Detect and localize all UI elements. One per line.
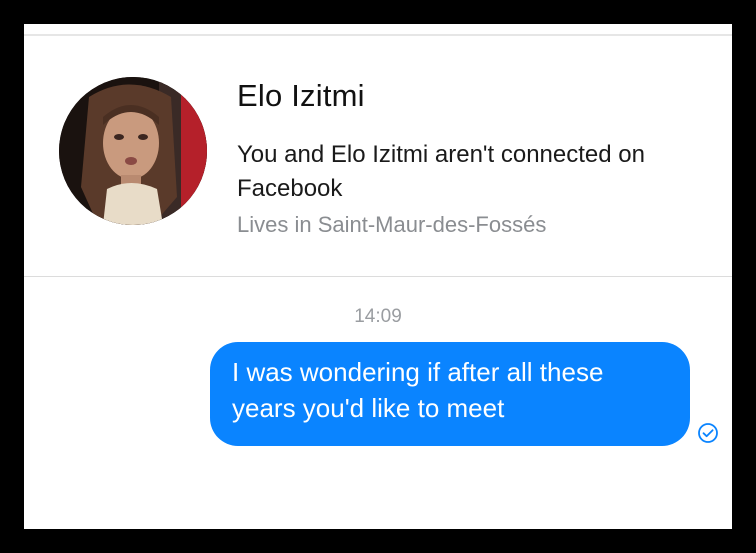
messenger-panel: Elo Izitmi You and Elo Izitmi aren't con… <box>24 24 732 529</box>
avatar-photo-icon <box>59 77 207 225</box>
message-timestamp: 14:09 <box>354 306 402 327</box>
outgoing-message-bubble[interactable]: I was wondering if after all these years… <box>210 342 690 446</box>
connection-status: You and Elo Izitmi aren't connected on F… <box>237 141 645 202</box>
check-circle-icon <box>697 422 719 444</box>
contact-name[interactable]: Elo Izitmi <box>237 78 365 114</box>
contact-header: Elo Izitmi You and Elo Izitmi aren't con… <box>24 36 732 276</box>
header-divider <box>24 276 732 277</box>
contact-location: Lives in Saint-Maur-des-Fossés <box>237 212 547 237</box>
contact-avatar[interactable] <box>59 77 207 225</box>
